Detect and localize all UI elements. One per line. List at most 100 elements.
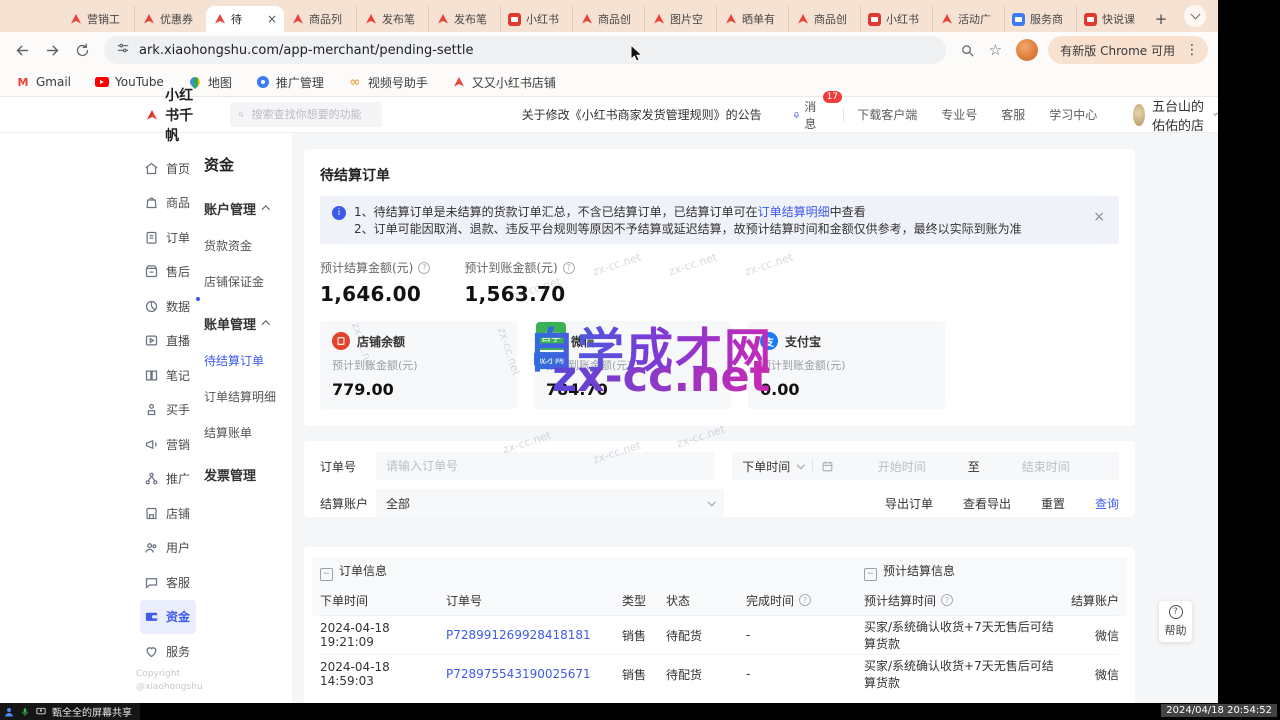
address-bar[interactable]: ark.xiaohongshu.com/app-merchant/pending…: [104, 36, 946, 64]
rail-item-funds[interactable]: 资金: [140, 600, 196, 635]
question-icon[interactable]: ?: [799, 594, 811, 606]
submenu-item-settle-detail[interactable]: 订单结算明细: [204, 388, 292, 405]
close-icon[interactable]: ×: [1093, 210, 1105, 224]
new-tab-button[interactable]: +: [1148, 6, 1174, 32]
start-time-placeholder[interactable]: 开始时间: [878, 458, 926, 475]
clipboard-icon: [144, 230, 159, 245]
browser-tab[interactable]: 快说课: [1076, 6, 1148, 32]
chrome-update-chip[interactable]: 有新版 Chrome 可用 ⋮: [1048, 36, 1208, 64]
submenu-item-loan-funds[interactable]: 货款资金: [204, 237, 292, 254]
tab-search-button[interactable]: [1184, 5, 1206, 27]
header-link-download[interactable]: 下载客户端: [857, 106, 917, 123]
participant-icon: [3, 706, 15, 718]
rail-item-goods[interactable]: 商品: [140, 186, 196, 221]
submenu-section-account[interactable]: 账户管理: [204, 199, 292, 218]
stat-label: 预计结算金额(元): [320, 259, 413, 276]
screen-share-indicator[interactable]: 甄全全的屏幕共享: [0, 703, 140, 720]
browser-tab-active[interactable]: 待×: [206, 6, 284, 32]
bookmark-star-icon[interactable]: ☆: [984, 39, 1006, 61]
rail-item-marketing[interactable]: 营销: [140, 427, 196, 462]
cell-status: 待配货: [666, 666, 746, 683]
header-link-support[interactable]: 客服: [1001, 106, 1025, 123]
brand[interactable]: 小红书千帆: [146, 85, 204, 145]
browser-tab[interactable]: 晒单有: [716, 6, 788, 32]
rail-item-service[interactable]: 客服: [140, 565, 196, 600]
reset-button[interactable]: 重置: [1041, 495, 1065, 512]
profile-avatar[interactable]: [1016, 39, 1038, 61]
export-orders-button[interactable]: 导出订单: [885, 495, 933, 512]
collapse-icon[interactable]: −: [864, 568, 877, 581]
search-icon[interactable]: [956, 39, 978, 61]
time-type-select[interactable]: 下单时间: [742, 458, 790, 475]
cell-order-link[interactable]: P728991269928418181: [446, 628, 622, 642]
rail-item-shop[interactable]: 店铺: [140, 496, 196, 531]
help-button[interactable]: ? 帮助: [1159, 601, 1192, 642]
time-range-control[interactable]: 下单时间 开始时间 至 结束时间: [732, 452, 1119, 480]
browser-tab[interactable]: 商品创: [788, 6, 860, 32]
browser-tab[interactable]: 发布笔: [356, 6, 428, 32]
browser-tab[interactable]: 优惠券: [134, 6, 206, 32]
bookmark-channels[interactable]: ∞视频号助手: [348, 74, 428, 91]
rail-item-aftersale[interactable]: 售后: [140, 255, 196, 290]
bookmark-xhs-shop[interactable]: 又又小红书店铺: [452, 74, 556, 91]
bookmark-promotion[interactable]: 推广管理: [256, 74, 324, 91]
reload-button[interactable]: [70, 38, 94, 62]
question-icon[interactable]: ?: [941, 594, 953, 606]
browser-tab[interactable]: 活动广: [932, 6, 1004, 32]
submenu-item-settle-bill[interactable]: 结算账单: [204, 424, 292, 441]
rail-item-users[interactable]: 用户: [140, 531, 196, 566]
browser-tab[interactable]: 营销工: [62, 6, 134, 32]
question-icon[interactable]: ?: [563, 262, 575, 274]
collapse-icon[interactable]: −: [320, 568, 333, 581]
browser-tab[interactable]: 发布笔: [428, 6, 500, 32]
browser-tab[interactable]: 图片空: [644, 6, 716, 32]
header-link-pro[interactable]: 专业号: [941, 106, 977, 123]
tab-close-icon[interactable]: ×: [267, 14, 277, 24]
view-export-button[interactable]: 查看导出: [963, 495, 1011, 512]
section-label: 账单管理: [204, 314, 256, 333]
rail-item-services[interactable]: 服务: [140, 634, 196, 669]
rail-item-data[interactable]: 数据: [140, 289, 196, 324]
settle-detail-link[interactable]: 订单结算明细: [758, 205, 830, 219]
table-header-row: 下单时间 订单号 类型 状态 完成时间? 预计结算时间? 结算账户: [320, 585, 1119, 616]
rail-item-notes[interactable]: 笔记: [140, 358, 196, 393]
rail-item-buyer[interactable]: 买手: [140, 393, 196, 428]
query-button[interactable]: 查询: [1095, 495, 1119, 512]
forward-button[interactable]: [40, 38, 64, 62]
browser-tab[interactable]: 商品创: [572, 6, 644, 32]
shop-name: 五台山的佑佑的店: [1152, 96, 1208, 134]
submenu-section-bills[interactable]: 账单管理: [204, 314, 292, 333]
question-icon[interactable]: ?: [418, 262, 430, 274]
col-order-no: 订单号: [446, 592, 622, 609]
submenu-item-deposit[interactable]: 店铺保证金: [204, 273, 292, 290]
order-no-input[interactable]: [376, 452, 714, 480]
submenu-item-pending-settle[interactable]: 待结算订单: [204, 352, 292, 369]
screen-share-label: 甄全全的屏幕共享: [52, 704, 132, 719]
back-button[interactable]: [10, 38, 34, 62]
end-time-placeholder[interactable]: 结束时间: [1022, 458, 1070, 475]
app-search-input[interactable]: [250, 107, 374, 122]
shop-avatar: [1133, 104, 1145, 126]
announcement-link[interactable]: 关于修改《小红书商家发货管理规则》的公告: [522, 106, 762, 123]
submenu-section-invoice[interactable]: 发票管理: [204, 465, 292, 484]
browser-tab[interactable]: 服务商: [1004, 6, 1076, 32]
rail-item-orders[interactable]: 订单: [140, 220, 196, 255]
browser-tab[interactable]: 小红书: [860, 6, 932, 32]
shop-menu[interactable]: 五台山的佑佑的店: [1133, 96, 1218, 134]
header-link-learn[interactable]: 学习中心: [1049, 106, 1097, 123]
ark-favicon: [69, 13, 82, 26]
site-settings-icon[interactable]: [116, 41, 130, 59]
rail-item-promote[interactable]: 推广: [140, 462, 196, 497]
cell-order-link[interactable]: P728975543190025671: [446, 667, 622, 681]
rail-item-home[interactable]: 首页: [140, 151, 196, 186]
menu-more-icon[interactable]: ⋮: [1182, 42, 1202, 58]
tab-label: 图片空: [670, 11, 709, 27]
settle-account-select[interactable]: 全部: [376, 489, 724, 517]
screen-share-icon: [35, 706, 47, 717]
browser-tab[interactable]: 商品列: [284, 6, 356, 32]
messages-button[interactable]: 消息 17: [792, 98, 821, 132]
browser-tab[interactable]: 小红书: [500, 6, 572, 32]
rail-item-live[interactable]: 直播: [140, 324, 196, 359]
app-search-box[interactable]: [230, 102, 382, 127]
bookmark-gmail[interactable]: MGmail: [16, 75, 71, 89]
